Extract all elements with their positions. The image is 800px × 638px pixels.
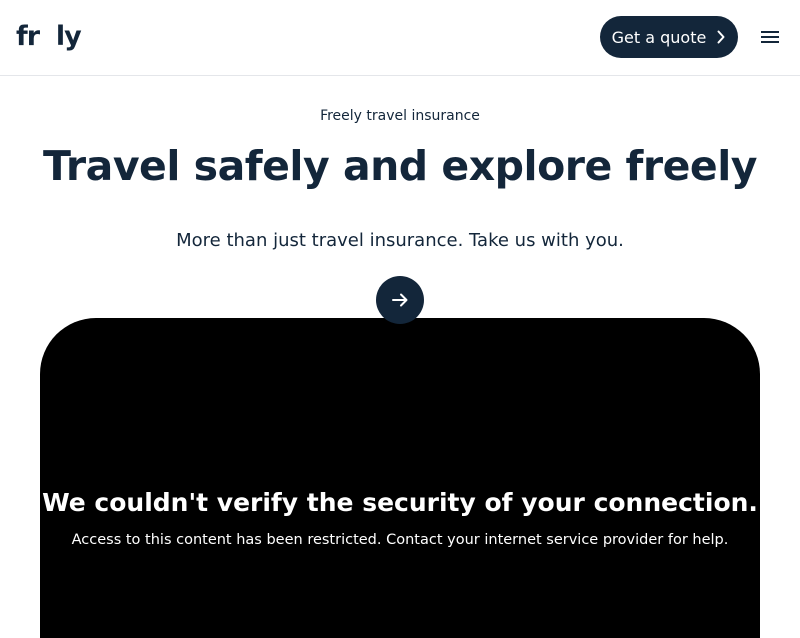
arrow-right-icon — [392, 293, 408, 307]
get-a-quote-button[interactable]: Get a quote — [600, 16, 738, 58]
blocked-message: Access to this content has been restrict… — [71, 532, 729, 548]
chevron-right-icon — [717, 30, 725, 44]
get-a-quote-label: Get a quote — [611, 27, 707, 47]
hero-subheadline: More than just travel insurance. Take us… — [176, 230, 624, 251]
blocked-content-panel: We couldn't verify the security of your … — [40, 318, 760, 638]
hero-arrow-button[interactable] — [376, 276, 424, 324]
blocked-title: We couldn't verify the security of your … — [42, 488, 758, 517]
logo-text: fr ly — [16, 20, 82, 52]
menu-button[interactable] — [756, 24, 784, 50]
freely-logo[interactable]: fr ly — [16, 16, 96, 56]
hero-eyebrow: Freely travel insurance — [320, 108, 480, 124]
hero-headline: Travel safely and explore freely — [42, 142, 758, 190]
site-header: fr ly Get a quote — [0, 0, 800, 76]
hamburger-menu-icon — [761, 31, 779, 43]
